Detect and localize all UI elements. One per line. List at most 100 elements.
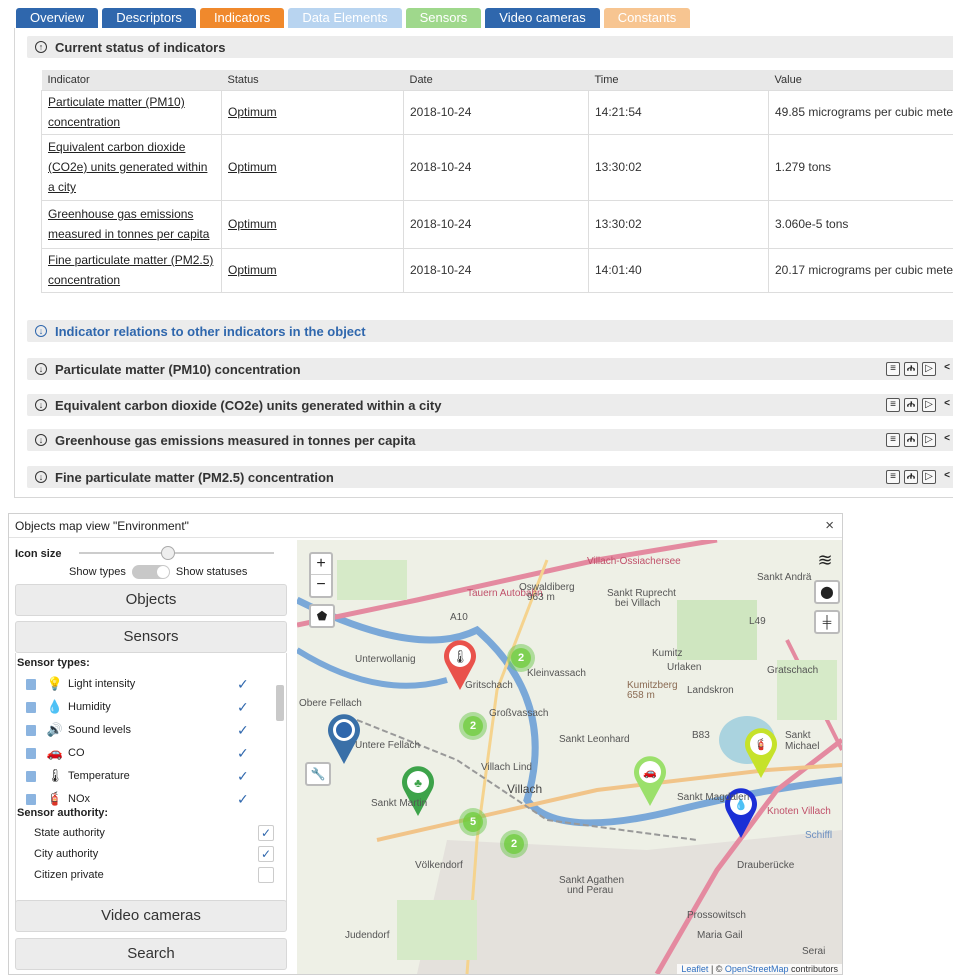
video-cameras-button[interactable]: Video cameras — [15, 900, 287, 932]
status-link[interactable]: Optimum — [228, 160, 277, 174]
tab-overview[interactable]: Overview — [16, 8, 99, 28]
sensors-button[interactable]: Sensors — [15, 621, 287, 653]
objects-button[interactable]: Objects — [15, 584, 287, 616]
document-icon[interactable]: ≡ — [886, 362, 900, 376]
document-icon[interactable]: ≡ — [886, 398, 900, 412]
indicator-link[interactable]: Fine particulate matter (PM2.5) concentr… — [48, 253, 213, 287]
tag-icon[interactable]: ▷ — [922, 433, 936, 447]
close-icon[interactable]: × — [825, 518, 834, 533]
types-statuses-switch[interactable] — [131, 565, 170, 579]
map-label: Gritschach — [465, 680, 513, 691]
indicator-section[interactable]: ↓ Equivalent carbon dioxide (CO2e) units… — [27, 394, 953, 416]
zoom-in-button[interactable]: + — [311, 554, 331, 575]
co-marker-icon[interactable]: 🚗 — [632, 754, 668, 806]
tag-icon[interactable]: ▷ — [922, 362, 936, 376]
leaf-marker-icon[interactable] — [326, 712, 362, 764]
marker-cluster[interactable]: 2 — [500, 830, 528, 858]
section-actions: ≡ ሐ ▷ < — [886, 433, 953, 447]
time-cell: 14:21:54 — [588, 89, 769, 134]
checkbox[interactable]: ✓ — [237, 792, 251, 806]
indicator-section[interactable]: ↓ Fine particulate matter (PM2.5) concen… — [27, 466, 953, 488]
wrench-icon[interactable]: 🔧 — [305, 762, 331, 786]
checkbox[interactable] — [258, 867, 274, 883]
layers-icon[interactable]: ≋ — [812, 550, 838, 574]
date-cell: 2018-10-24 — [403, 199, 589, 248]
tab-indicators[interactable]: Indicators — [199, 8, 285, 28]
svg-text:♣: ♣ — [414, 776, 422, 790]
lightbulb-icon: 💡 — [46, 676, 64, 691]
document-icon[interactable]: ≡ — [886, 433, 900, 447]
tab-sensors[interactable]: Sensors — [405, 8, 482, 28]
tab-video-cameras[interactable]: Video cameras — [485, 8, 600, 28]
share-icon[interactable]: < — [940, 362, 953, 376]
hierarchy-icon[interactable]: ሐ — [904, 398, 918, 412]
checkbox[interactable]: ✓ — [258, 825, 274, 841]
document-icon[interactable] — [26, 724, 36, 736]
map-label: und Perau — [567, 885, 614, 896]
slider-handle[interactable] — [161, 546, 175, 560]
sensor-type-label: Sound levels — [68, 724, 131, 736]
share-icon[interactable]: < — [940, 470, 953, 484]
zoom-out-button[interactable]: − — [311, 575, 331, 596]
map-sidebar: Icon size Show types Show statuses Objec… — [9, 540, 297, 974]
status-link[interactable]: Optimum — [228, 105, 277, 119]
value-cell: 1.279 tons — [768, 133, 953, 200]
share-icon[interactable]: < — [940, 398, 953, 412]
indicator-section[interactable]: ↓ Greenhouse gas emissions measured in t… — [27, 429, 953, 451]
section-title: Particulate matter (PM10) concentration — [55, 361, 301, 377]
status-link[interactable]: Optimum — [228, 263, 277, 277]
tag-icon[interactable]: ▷ — [922, 398, 936, 412]
checkbox[interactable]: ✓ — [237, 723, 251, 737]
map-canvas[interactable]: + − ⬟ 🔧 ≋ ⬤ ╪ 2 2 5 2 🌡 ♣ 🚗 🧯 💧 Villach-… — [297, 540, 842, 974]
indicator-link[interactable]: Greenhouse gas emissions measured in ton… — [48, 207, 209, 241]
icon-size-slider[interactable] — [79, 546, 274, 560]
tab-data-elements[interactable]: Data Elements — [288, 8, 402, 28]
sensor-types-scrollbar[interactable] — [276, 673, 284, 813]
tab-constants[interactable]: Constants — [603, 8, 691, 28]
hierarchy-icon[interactable]: ሐ — [904, 470, 918, 484]
sensor-types-label: Sensor types: — [17, 657, 90, 669]
signpost-icon[interactable]: ╪ — [814, 610, 840, 634]
document-icon[interactable] — [26, 678, 36, 690]
search-button[interactable]: Search — [15, 938, 287, 970]
marker-cluster[interactable]: 5 — [459, 808, 487, 836]
date-cell: 2018-10-24 — [403, 89, 589, 134]
tab-descriptors[interactable]: Descriptors — [102, 8, 196, 28]
checkbox[interactable]: ✓ — [237, 677, 251, 691]
current-status-header[interactable]: ↑ Current status of indicators — [27, 36, 953, 58]
document-icon[interactable] — [26, 701, 36, 713]
document-icon[interactable] — [26, 770, 36, 782]
time-cell: 13:30:02 — [588, 199, 769, 248]
section-actions: ≡ ሐ ▷ < — [886, 470, 953, 484]
checkbox[interactable]: ✓ — [237, 700, 251, 714]
indicator-link[interactable]: Particulate matter (PM10) concentration — [48, 95, 185, 129]
checkbox[interactable]: ✓ — [237, 769, 251, 783]
marker-cluster[interactable]: 2 — [459, 712, 487, 740]
document-icon[interactable]: ≡ — [886, 470, 900, 484]
sensors-panel: Sensor types: 💡 Light intensity ✓ 💧 Humi… — [15, 653, 287, 915]
tag-icon[interactable]: ▷ — [922, 470, 936, 484]
relations-title: Indicator relations to other indicators … — [55, 323, 366, 339]
map-label: Kleinvassach — [527, 668, 586, 679]
share-icon[interactable]: < — [940, 433, 953, 447]
document-icon[interactable] — [26, 747, 36, 759]
polygon-draw-icon[interactable]: ⬟ — [309, 604, 335, 628]
indicator-section[interactable]: ↓ Particulate matter (PM10) concentratio… — [27, 358, 953, 380]
svg-text:🚗: 🚗 — [643, 767, 657, 779]
checkbox[interactable]: ✓ — [258, 846, 274, 862]
hierarchy-icon[interactable]: ሐ — [904, 362, 918, 376]
map-label: A10 — [450, 612, 468, 623]
status-link[interactable]: Optimum — [228, 217, 277, 231]
table-row: Equivalent carbon dioxide (CO2e) units g… — [41, 133, 953, 200]
relations-header[interactable]: ↓ Indicator relations to other indicator… — [27, 320, 953, 342]
osm-link[interactable]: OpenStreetMap — [725, 964, 789, 974]
col-indicator: Indicator — [41, 70, 222, 90]
indicator-link[interactable]: Equivalent carbon dioxide (CO2e) units g… — [48, 140, 207, 194]
checkbox[interactable]: ✓ — [237, 746, 251, 760]
hierarchy-icon[interactable]: ሐ — [904, 433, 918, 447]
col-time: Time — [588, 70, 769, 90]
location-pin-icon[interactable]: ⬤ — [814, 580, 840, 604]
leaflet-link[interactable]: Leaflet — [681, 964, 708, 974]
map-label: Großvassach — [489, 708, 549, 719]
nox-marker-icon[interactable]: 🧯 — [743, 726, 779, 778]
